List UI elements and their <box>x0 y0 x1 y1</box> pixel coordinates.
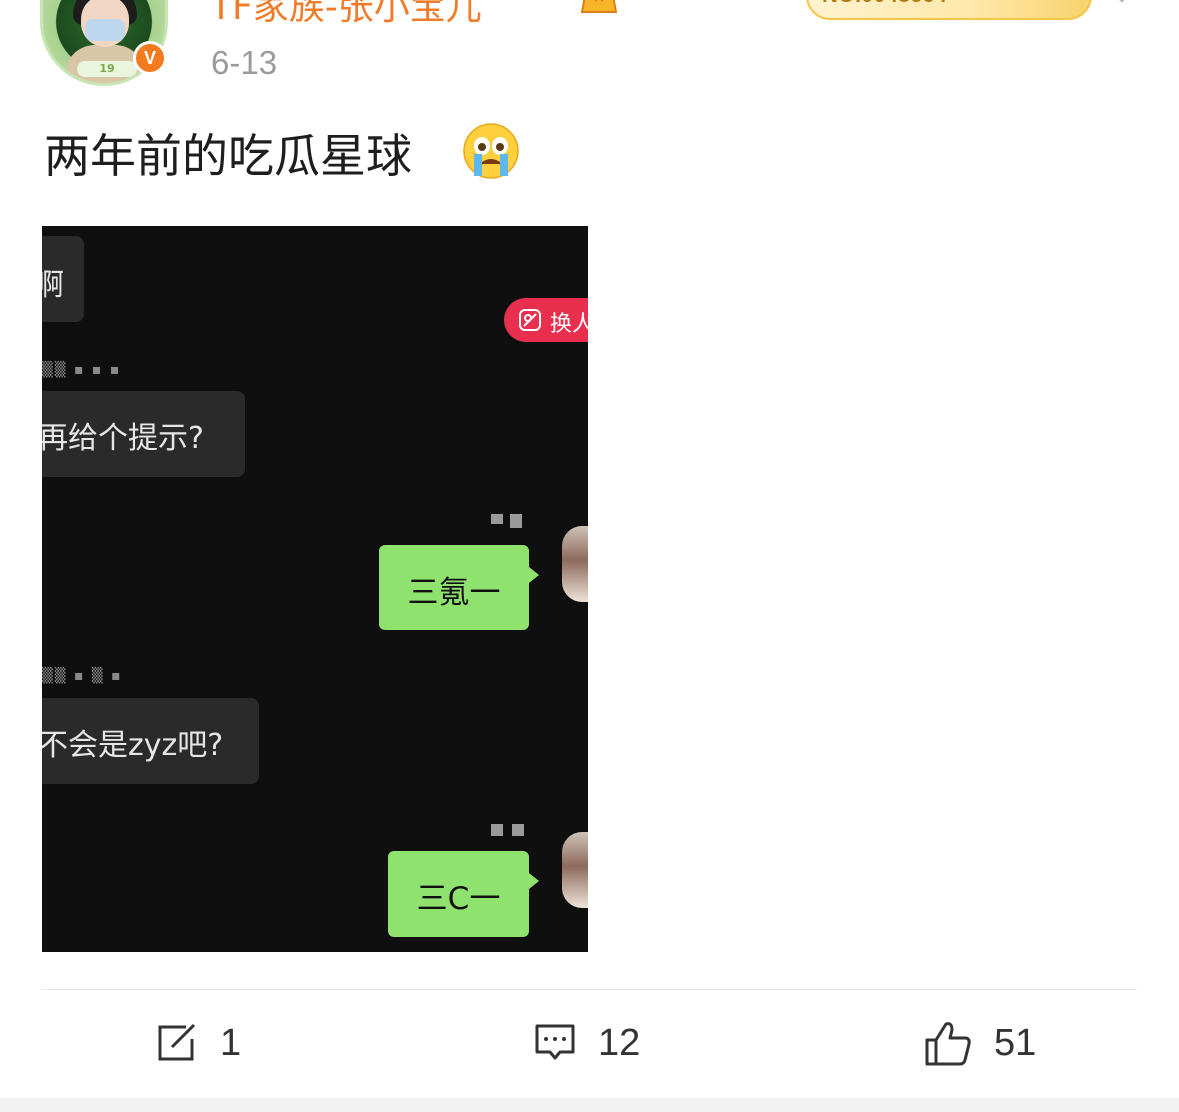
verified-badge-icon: V <box>133 41 167 75</box>
post-date: 6-13 <box>211 44 278 81</box>
post-header: 19 V TF家族-张小宝儿 NO.0048664 6-13 <box>0 0 1179 100</box>
repost-button[interactable]: 1 <box>156 1014 241 1072</box>
bottom-separator <box>0 1098 1179 1112</box>
blurred-name <box>510 514 522 528</box>
chat-avatar-blurred <box>562 832 588 908</box>
sender-name-blurred: ▒▒ ▪ ▪ ▪ <box>42 362 122 378</box>
swap-label: 换人 <box>550 312 588 337</box>
chat-bubble-right: 三氪一 <box>379 545 539 630</box>
repost-count: 1 <box>220 1021 242 1064</box>
comment-icon <box>535 1024 575 1060</box>
chat-avatar-blurred <box>562 526 588 602</box>
comment-button[interactable]: 12 <box>534 1014 640 1072</box>
fan-badge[interactable]: NO.0048664 <box>806 0 1092 20</box>
repost-icon <box>158 1023 196 1061</box>
crying-emoji <box>463 123 519 179</box>
like-button[interactable]: 51 <box>924 1014 1036 1072</box>
divider <box>42 989 1137 990</box>
chat-bubble-right: 三C一 <box>388 851 539 937</box>
avatar[interactable]: 19 V <box>36 0 174 90</box>
like-count: 51 <box>994 1021 1037 1064</box>
blurred-name <box>491 824 503 836</box>
blurred-name <box>491 514 503 524</box>
comment-count: 12 <box>598 1021 641 1064</box>
blurred-name <box>512 824 524 836</box>
sender-name-blurred: ▒▒ ▪ ▒ ▪ <box>42 668 123 684</box>
like-icon <box>925 1022 971 1066</box>
chat-bubble-left: 再给个提示? <box>42 391 245 477</box>
swap-person-button[interactable]: 换人 <box>504 298 588 342</box>
fan-badge-number: NO.0048664 <box>822 0 947 8</box>
avatar-ribbon: 19 <box>77 61 137 77</box>
chevron-down-icon[interactable] <box>1112 0 1132 8</box>
crown-icon <box>580 0 618 13</box>
chat-bubble-left: 啊 <box>42 236 84 322</box>
username[interactable]: TF家族-张小宝儿 <box>210 0 482 30</box>
chat-bubble-left: 不会是zyz吧? <box>42 698 259 784</box>
swap-icon <box>519 309 541 331</box>
post-image[interactable]: 啊 换人 ▒▒ ▪ ▪ ▪ 再给个提示? 三氪一 ▒▒ ▪ ▒ ▪ 不会是zyz… <box>42 226 588 952</box>
post-text: 两年前的吃瓜星球 <box>44 129 412 183</box>
